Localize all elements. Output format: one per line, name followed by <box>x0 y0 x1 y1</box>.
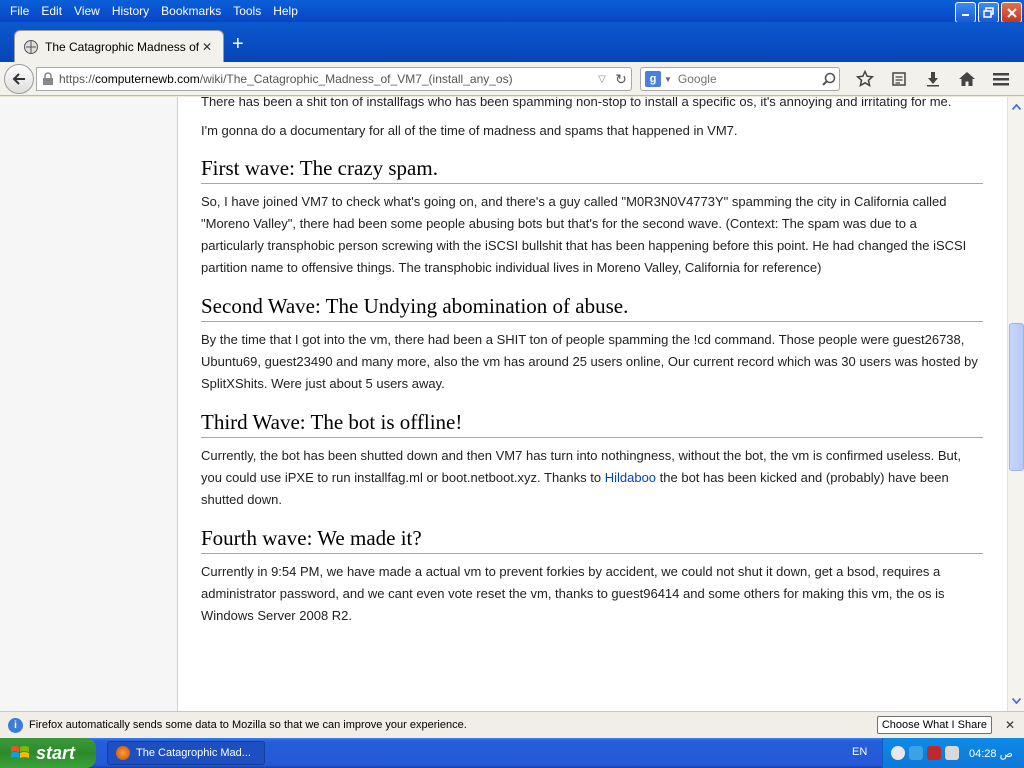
menu-file[interactable]: File <box>4 4 35 18</box>
engine-dropdown-icon[interactable]: ▼ <box>664 75 672 84</box>
google-icon[interactable]: g <box>645 71 661 87</box>
tab-title: The Catagrophic Madness of ... <box>45 39 199 54</box>
section-body-second-wave: By the time that I got into the vm, ther… <box>201 331 978 392</box>
firefox-icon <box>116 746 130 760</box>
toolbar-icons <box>848 67 1018 91</box>
scroll-up-icon[interactable] <box>1009 99 1024 114</box>
menu-view[interactable]: View <box>68 4 106 18</box>
tab-strip: The Catagrophic Madness of ... ✕ + <box>0 22 1024 62</box>
bookmarks-menu-icon[interactable] <box>882 67 916 91</box>
menu-bookmarks[interactable]: Bookmarks <box>155 4 227 18</box>
home-icon[interactable] <box>950 67 984 91</box>
taskbar-item-firefox[interactable]: The Catagrophic Mad... <box>107 741 265 765</box>
restore-icon <box>983 7 994 18</box>
windows-logo-icon <box>11 746 29 758</box>
article-content: There has been a shit ton of installfags… <box>201 97 983 627</box>
navigation-bar: https://computernewb.com/wiki/The_Catagr… <box>0 62 1024 96</box>
section-body-first-wave: So, I have joined VM7 to check what's go… <box>201 193 967 276</box>
search-bar: g ▼ <box>640 67 840 91</box>
url-dropdown-icon[interactable]: ▽ <box>593 74 611 85</box>
tray-volume-icon[interactable] <box>945 746 959 760</box>
start-label: start <box>36 742 76 763</box>
lock-icon <box>43 72 53 85</box>
section-body-fourth-wave: Currently in 9:54 PM, we have made a act… <box>201 563 945 624</box>
menu-edit[interactable]: Edit <box>35 4 68 18</box>
notification-text: Firefox automatically sends some data to… <box>29 719 467 731</box>
hildaboo-link[interactable]: Hildaboo <box>605 470 656 485</box>
wiki-favicon-icon <box>24 39 38 54</box>
menu-tools[interactable]: Tools <box>227 4 267 18</box>
back-arrow-icon <box>12 73 25 85</box>
bookmark-star-icon[interactable] <box>848 67 882 91</box>
info-icon: i <box>8 717 23 733</box>
minimize-icon <box>962 14 969 16</box>
back-button[interactable] <box>4 64 34 94</box>
tray-security-shield-icon[interactable] <box>927 746 941 760</box>
downloads-icon[interactable] <box>916 67 950 91</box>
notification-close-icon[interactable]: ✕ <box>1002 718 1018 732</box>
scroll-down-icon[interactable] <box>1009 693 1024 708</box>
search-input[interactable] <box>677 72 819 86</box>
page-viewport: There has been a shit ton of installfags… <box>0 97 1024 711</box>
section-heading-fourth-wave: Fourth wave: We made it? <box>201 525 983 554</box>
tray-network-icon[interactable] <box>891 746 905 760</box>
start-button[interactable]: start <box>0 738 96 768</box>
restore-button[interactable] <box>978 2 999 23</box>
tray-update-icon[interactable] <box>909 746 923 760</box>
notification-bar: i Firefox automatically sends some data … <box>0 711 1024 738</box>
vertical-scrollbar[interactable] <box>1007 97 1024 711</box>
menu-history[interactable]: History <box>106 4 155 18</box>
intro-paragraph: There has been a shit ton of installfags… <box>201 97 952 109</box>
language-indicator[interactable]: EN <box>852 746 867 758</box>
window-controls <box>955 2 1022 23</box>
tab-close-icon[interactable]: ✕ <box>199 40 215 54</box>
search-icon[interactable] <box>819 72 839 86</box>
wiki-sidebar <box>0 97 178 711</box>
menu-help[interactable]: Help <box>267 4 304 18</box>
menu-bar: File Edit View History Bookmarks Tools H… <box>0 0 1024 23</box>
url-bar[interactable]: https://computernewb.com/wiki/The_Catagr… <box>36 67 632 91</box>
close-icon <box>1006 7 1017 18</box>
system-tray: ص 04:28 <box>882 738 1024 768</box>
choose-what-i-share-button[interactable]: Choose What I Share <box>876 716 992 734</box>
section-heading-third-wave: Third Wave: The bot is offline! <box>201 409 983 438</box>
new-tab-button[interactable]: + <box>232 34 244 54</box>
minimize-button[interactable] <box>955 2 976 23</box>
section-body-third-wave: Currently, the bot has been shutted down… <box>201 447 961 508</box>
intro-paragraph-2: I'm gonna do a documentary for all of th… <box>201 123 738 139</box>
taskbar-item-label: The Catagrophic Mad... <box>136 747 251 759</box>
taskbar: start The Catagrophic Mad... EN ص 04:28 <box>0 738 1024 768</box>
section-heading-first-wave: First wave: The crazy spam. <box>201 155 983 184</box>
reload-icon[interactable]: ↻ <box>611 71 631 88</box>
scroll-thumb[interactable] <box>1009 323 1024 471</box>
section-heading-second-wave: Second Wave: The Undying abomination of … <box>201 293 983 322</box>
close-window-button[interactable] <box>1001 2 1022 23</box>
url-text[interactable]: https://computernewb.com/wiki/The_Catagr… <box>59 72 593 86</box>
hamburger-menu-icon[interactable] <box>984 67 1018 91</box>
tab-active[interactable]: The Catagrophic Madness of ... ✕ <box>14 30 224 62</box>
clock: ص 04:28 <box>969 747 1013 760</box>
